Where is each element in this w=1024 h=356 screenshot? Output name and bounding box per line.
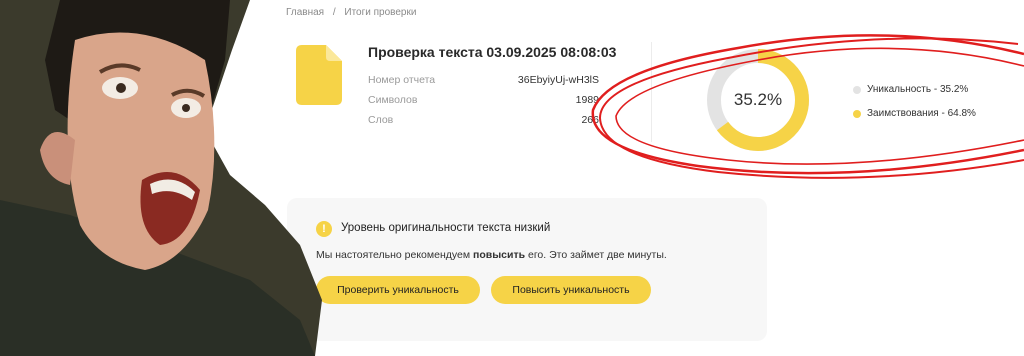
check-uniqueness-button[interactable]: Проверить уникальность	[316, 276, 480, 304]
legend-uniqueness: Уникальность - 35.2%	[853, 84, 968, 95]
legend-dot-borrowing	[853, 109, 861, 118]
notice-card	[287, 198, 767, 341]
notice-text-before: Мы настоятельно рекомендуем	[316, 249, 473, 261]
words-value: 266	[581, 114, 599, 126]
screaming-face-image	[0, 0, 322, 356]
breadcrumb-separator: /	[332, 7, 336, 18]
report-number-value: 36EbyiyUj-wH3lS	[517, 74, 599, 86]
notice-text: Мы настоятельно рекомендуем повысить его…	[316, 249, 667, 261]
legend-label-borrowing: Заимствования - 64.8%	[867, 108, 976, 119]
report-title: Проверка текста 03.09.2025 08:08:03	[368, 44, 617, 60]
notice-text-after: его. Это займет две минуты.	[525, 249, 667, 261]
legend-borrowing: Заимствования - 64.8%	[853, 108, 976, 119]
chars-value: 1989	[575, 94, 599, 106]
improve-uniqueness-button[interactable]: Повысить уникальность	[491, 276, 651, 304]
legend-dot-uniqueness	[853, 85, 861, 94]
chars-label: Символов	[368, 94, 418, 106]
words-label: Слов	[368, 114, 394, 126]
report-number-label: Номер отчета	[368, 74, 436, 86]
notice-title: Уровень оригинальности текста низкий	[341, 222, 551, 234]
donut-center-label: 35.2%	[733, 90, 783, 109]
breadcrumb-current: Итоги проверки	[344, 7, 417, 18]
notice-text-bold: повысить	[472, 249, 526, 261]
legend-label-uniqueness: Уникальность - 35.2%	[867, 84, 969, 95]
divider	[651, 42, 652, 142]
